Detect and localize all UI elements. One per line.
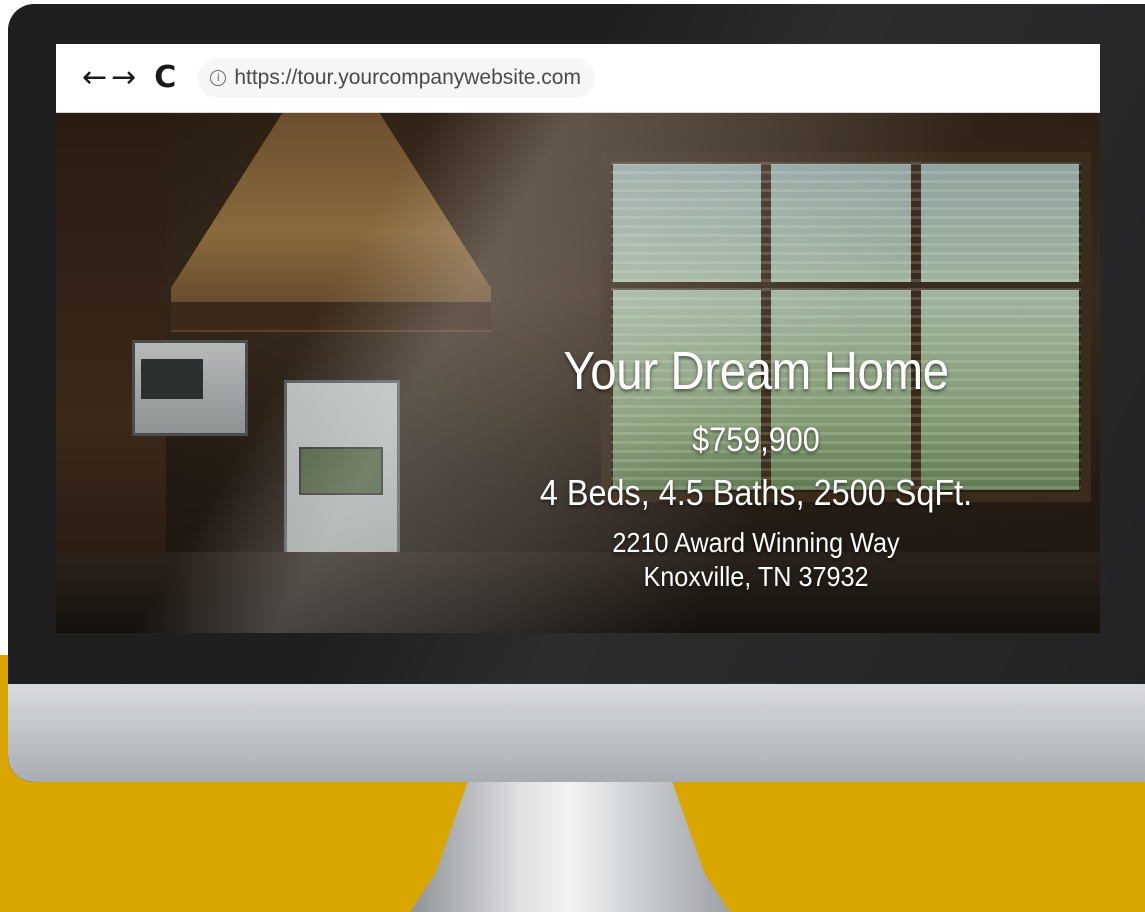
url-text[interactable]: https://tour.yourcompanywebsite.com — [234, 66, 581, 90]
listing-overlay: Your Dream Home $759,900 4 Beds, 4.5 Bat… — [476, 340, 1036, 594]
forward-arrow-icon[interactable]: → — [111, 63, 136, 93]
browser-toolbar: ← → C i https://tour.yourcompanywebsite.… — [56, 44, 1100, 113]
reload-icon[interactable]: C — [154, 63, 176, 93]
listing-city-address: Knoxville, TN 37932 — [643, 561, 869, 592]
monitor-chin — [8, 684, 1145, 782]
address-bar[interactable]: i https://tour.yourcompanywebsite.com — [198, 58, 595, 98]
range-hood-band — [171, 302, 491, 330]
info-icon[interactable]: i — [210, 70, 227, 86]
back-arrow-icon[interactable]: ← — [82, 63, 107, 93]
oven-image — [284, 380, 400, 556]
monitor: Your Dream Home $759,900 4 Beds, 4.5 Bat… — [8, 4, 1145, 782]
microwave-image — [132, 340, 248, 436]
listing-street-address: 2210 Award Winning Way — [612, 527, 900, 558]
browser-screen: Your Dream Home $759,900 4 Beds, 4.5 Bat… — [56, 44, 1100, 633]
range-hood-image — [171, 112, 491, 332]
listing-specs: 4 Beds, 4.5 Baths, 2500 SqFt. — [539, 472, 973, 513]
hero-image: Your Dream Home $759,900 4 Beds, 4.5 Bat… — [56, 44, 1100, 633]
listing-price: $759,900 — [692, 421, 820, 459]
listing-title: Your Dream Home — [563, 341, 949, 401]
